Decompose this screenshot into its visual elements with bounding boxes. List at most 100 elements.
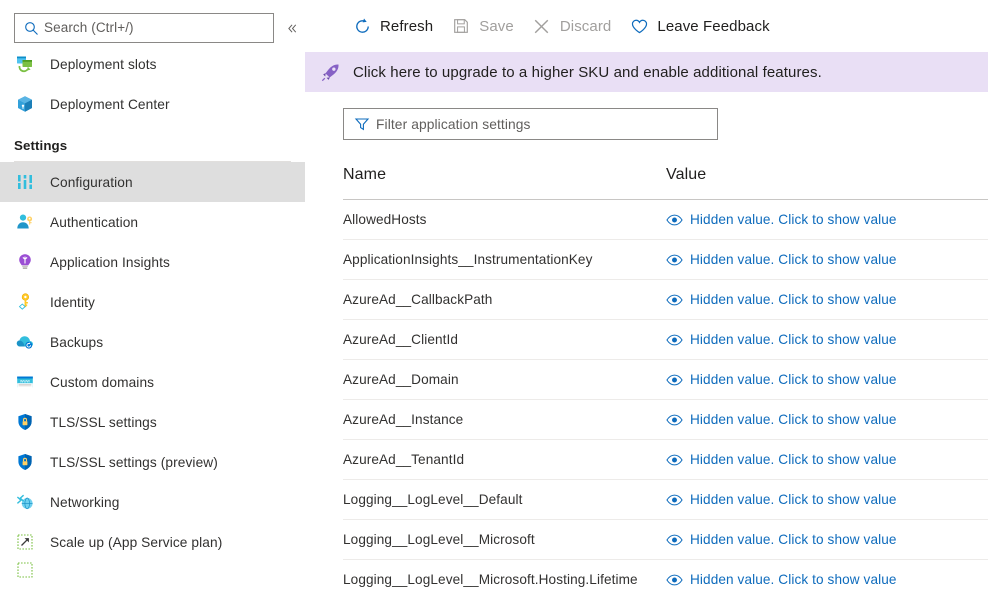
chevron-double-left-icon[interactable] [280, 15, 305, 41]
sidebar-item-authentication[interactable]: Authentication [0, 202, 305, 242]
table-row[interactable]: AllowedHosts Hidden value. Click to show … [343, 200, 988, 240]
refresh-icon [352, 16, 372, 36]
hidden-value-text: Hidden value. Click to show value [690, 212, 897, 227]
sidebar-item-label: Backups [50, 334, 104, 350]
sidebar-item-networking[interactable]: Networking [0, 482, 305, 522]
table-row[interactable]: Logging__LogLevel__Microsoft Hidden value… [343, 520, 988, 560]
setting-name: AzureAd__CallbackPath [343, 292, 493, 307]
hidden-value-link[interactable]: Hidden value. Click to show value [666, 491, 988, 508]
hidden-value-link[interactable]: Hidden value. Click to show value [666, 411, 988, 428]
search-input[interactable]: Search (Ctrl+/) [14, 13, 274, 43]
sidebar-item-custom-domains[interactable]: www Custom domains [0, 362, 305, 402]
sidebar-item-application-insights[interactable]: Application Insights [0, 242, 305, 282]
rocket-icon [319, 61, 341, 83]
hidden-value-link[interactable]: Hidden value. Click to show value [666, 531, 988, 548]
hidden-value-text: Hidden value. Click to show value [690, 412, 897, 427]
hidden-value-text: Hidden value. Click to show value [690, 252, 897, 267]
custom-domains-www-icon: www [14, 371, 36, 393]
sidebar-item-label: Configuration [50, 174, 133, 190]
setting-name: AllowedHosts [343, 212, 427, 227]
table-row[interactable]: Logging__LogLevel__Default Hidden value. … [343, 480, 988, 520]
configuration-icon [14, 171, 36, 193]
filter-placeholder: Filter application settings [376, 116, 531, 132]
table-row[interactable]: AzureAd__TenantId Hidden value. Click to … [343, 440, 988, 480]
sidebar-item-deployment-center[interactable]: Deployment Center [0, 84, 305, 124]
sidebar-item-label: TLS/SSL settings [50, 414, 157, 430]
sidebar-item-deployment-slots[interactable]: Deployment slots [0, 44, 305, 84]
hidden-value-link[interactable]: Hidden value. Click to show value [666, 371, 988, 388]
sidebar-item-configuration[interactable]: Configuration [0, 162, 305, 202]
nav-scroll-area: Deployment slots Deployment Center Setti… [0, 44, 305, 593]
hidden-value-text: Hidden value. Click to show value [690, 292, 897, 307]
table-row[interactable]: AzureAd__Domain Hidden value. Click to sh… [343, 360, 988, 400]
hidden-value-link[interactable]: Hidden value. Click to show value [666, 331, 988, 348]
eye-icon [666, 291, 683, 308]
sidebar-item-tls-ssl-settings-preview[interactable]: TLS/SSL settings (preview) [0, 442, 305, 482]
table-body: AllowedHosts Hidden value. Click to show … [343, 200, 988, 593]
setting-name: AzureAd__Instance [343, 412, 464, 427]
deployment-center-icon [14, 93, 36, 115]
filter-input[interactable]: Filter application settings [343, 108, 718, 140]
table-row[interactable]: ApplicationInsights__InstrumentationKey H… [343, 240, 988, 280]
nav-list: Deployment slots Deployment Center Setti… [0, 44, 305, 578]
sidebar-item-tls-ssl-settings[interactable]: TLS/SSL settings [0, 402, 305, 442]
upgrade-sku-banner-text: Click here to upgrade to a higher SKU an… [353, 63, 822, 81]
setting-name: Logging__LogLevel__Microsoft [343, 532, 535, 547]
setting-name: AzureAd__ClientId [343, 332, 459, 347]
table-row[interactable]: Logging__LogLevel__Microsoft.Hosting.Lif… [343, 560, 988, 593]
sidebar-item-label: Identity [50, 294, 95, 310]
scale-up-icon [14, 531, 36, 553]
sidebar-item-backups[interactable]: Backups [0, 322, 305, 362]
app-root: Search (Ctrl+/) Deployment slots Deploym… [0, 0, 988, 593]
table-row[interactable]: AzureAd__CallbackPath Hidden value. Click… [343, 280, 988, 320]
sidebar-item-identity[interactable]: Identity [0, 282, 305, 322]
sidebar-item-label: Custom domains [50, 374, 155, 390]
refresh-button[interactable]: Refresh [343, 9, 442, 43]
sidebar-item-label: Deployment Center [50, 96, 170, 112]
search-icon [18, 15, 44, 41]
setting-name: ApplicationInsights__InstrumentationKey [343, 252, 593, 267]
sidebar-item-scale-up[interactable]: Scale up (App Service plan) [0, 522, 305, 562]
hidden-value-text: Hidden value. Click to show value [690, 572, 897, 587]
eye-icon [666, 571, 683, 588]
shield-lock-icon [14, 411, 36, 433]
backups-cloud-icon [14, 331, 36, 353]
leave-feedback-button[interactable]: Leave Feedback [620, 9, 778, 43]
eye-icon [666, 371, 683, 388]
eye-icon [666, 251, 683, 268]
table-row[interactable]: AzureAd__Instance Hidden value. Click to … [343, 400, 988, 440]
hidden-value-text: Hidden value. Click to show value [690, 372, 897, 387]
hidden-value-link[interactable]: Hidden value. Click to show value [666, 571, 988, 588]
nav-section-settings-header: Settings [14, 138, 68, 153]
hidden-value-link[interactable]: Hidden value. Click to show value [666, 291, 988, 308]
eye-icon [666, 531, 683, 548]
discard-button[interactable]: Discard [523, 9, 621, 43]
upgrade-sku-banner[interactable]: Click here to upgrade to a higher SKU an… [305, 52, 988, 92]
column-header-name[interactable]: Name [343, 166, 666, 184]
eye-icon [666, 411, 683, 428]
table-header-row: Name Value [343, 166, 988, 200]
hidden-value-text: Hidden value. Click to show value [690, 532, 897, 547]
deployment-slots-icon [14, 53, 36, 75]
sidebar-item-partial[interactable] [0, 562, 305, 578]
save-button[interactable]: Save [442, 9, 523, 43]
eye-icon [666, 491, 683, 508]
application-insights-icon [14, 251, 36, 273]
leave-feedback-label: Leave Feedback [657, 17, 770, 35]
column-header-value[interactable]: Value [666, 166, 988, 184]
save-disk-icon [451, 16, 471, 36]
refresh-label: Refresh [380, 17, 434, 35]
sidebar-item-label: Authentication [50, 214, 139, 230]
eye-icon [666, 211, 683, 228]
table-row[interactable]: AzureAd__ClientId Hidden value. Click to … [343, 320, 988, 360]
hidden-value-link[interactable]: Hidden value. Click to show value [666, 451, 988, 468]
setting-name: Logging__LogLevel__Default [343, 492, 523, 507]
funnel-icon [348, 110, 376, 138]
left-navigation-panel: Search (Ctrl+/) Deployment slots Deploym… [0, 0, 321, 593]
authentication-icon [14, 211, 36, 233]
main-content: Refresh Save Discard Leave Feedback Clic… [305, 0, 988, 593]
hidden-value-link[interactable]: Hidden value. Click to show value [666, 251, 988, 268]
sidebar-item-label: Networking [50, 494, 120, 510]
hidden-value-link[interactable]: Hidden value. Click to show value [666, 211, 988, 228]
hidden-value-text: Hidden value. Click to show value [690, 492, 897, 507]
